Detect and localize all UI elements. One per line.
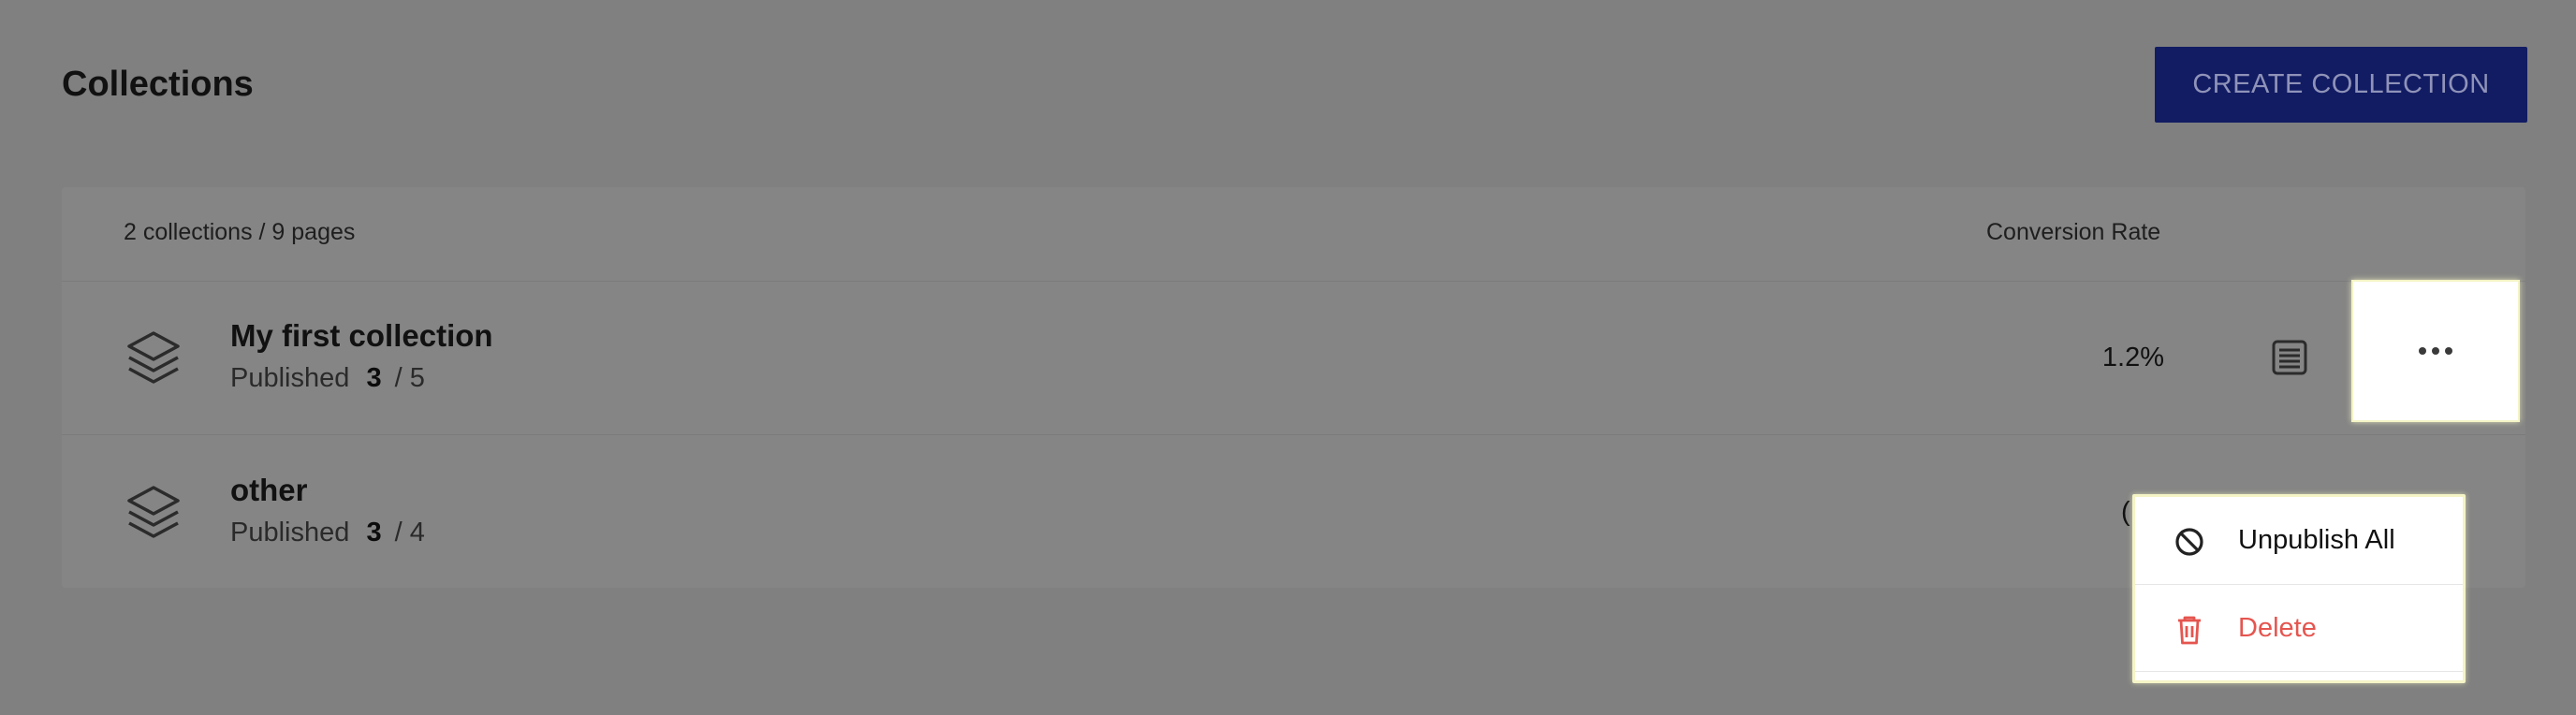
status-label: Published — [230, 363, 350, 393]
trash-icon — [2178, 616, 2201, 645]
menu-item-label: Unpublish All — [2238, 525, 2395, 555]
list-icon[interactable] — [2271, 339, 2308, 376]
published-count: 3 — [366, 363, 382, 393]
conversion-rate-header[interactable]: Conversion Rate — [1986, 219, 2160, 246]
actions-dropdown-menu: Unpublish All Delete — [2132, 494, 2466, 683]
total-count: / 4 — [394, 518, 425, 547]
menu-item-label: Delete — [2238, 613, 2317, 643]
collection-name[interactable]: other — [230, 473, 308, 508]
create-collection-button[interactable]: CREATE COLLECTION — [2155, 47, 2527, 123]
page-title: Collections — [62, 65, 254, 104]
menu-item-unpublish-all[interactable]: Unpublish All — [2135, 497, 2463, 583]
more-options-button[interactable] — [2351, 280, 2520, 422]
status-label: Published — [230, 518, 350, 547]
publish-status: Published 3 / 4 — [230, 518, 431, 548]
page: Collections CREATE COLLECTION 2 collecti… — [0, 0, 2576, 715]
table-header: 2 collections / 9 pages Conversion Rate — [62, 187, 2525, 282]
publish-status: Published 3 / 5 — [230, 363, 431, 394]
layers-icon — [127, 486, 180, 538]
collections-summary: 2 collections / 9 pages — [124, 219, 356, 245]
layers-icon — [127, 331, 180, 384]
menu-item-delete[interactable]: Delete — [2135, 584, 2463, 672]
more-horizontal-icon — [2419, 347, 2452, 355]
table-row[interactable]: My first collection Published 3 / 5 1.2% — [62, 280, 2525, 435]
total-count: / 5 — [394, 363, 425, 393]
conversion-rate-value: 1.2% — [2101, 343, 2164, 372]
block-icon — [2175, 528, 2203, 556]
collection-name[interactable]: My first collection — [230, 318, 493, 354]
published-count: 3 — [366, 518, 382, 547]
